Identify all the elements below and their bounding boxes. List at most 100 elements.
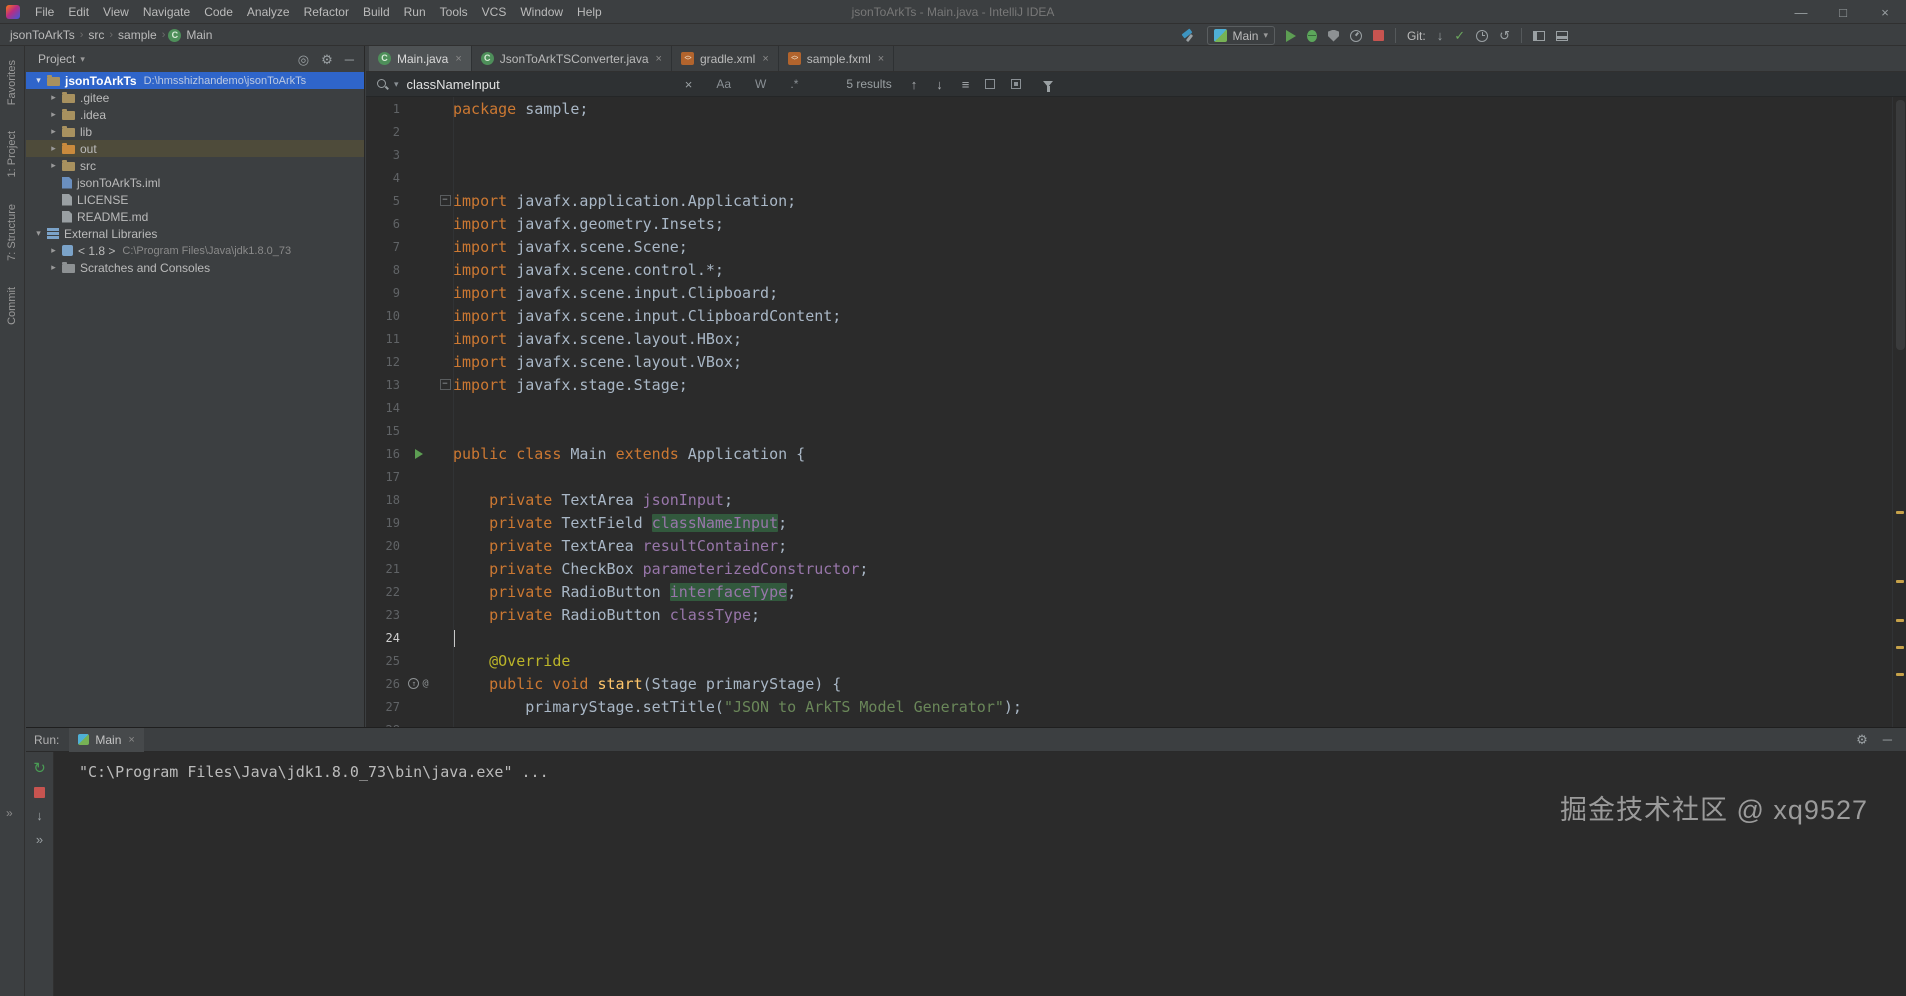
menu-item-analyze[interactable]: Analyze: [240, 5, 297, 19]
run-line-icon[interactable]: [415, 449, 423, 459]
gear-icon[interactable]: ⚙: [1856, 733, 1868, 746]
regex-toggle[interactable]: .*: [790, 77, 798, 91]
code-line[interactable]: 28: [366, 718, 1906, 727]
tree-item-out[interactable]: ▸out: [26, 140, 364, 157]
editor-tab-gradle-xml[interactable]: <>gradle.xml×: [672, 46, 779, 71]
search-result-mark[interactable]: [1896, 580, 1904, 583]
hide-icon[interactable]: ─: [1883, 733, 1892, 746]
code-line[interactable]: 1package sample;: [366, 97, 1906, 120]
tree-item--idea[interactable]: ▸.idea: [26, 106, 364, 123]
stop-run-icon[interactable]: [34, 787, 45, 798]
run-tab[interactable]: Main ×: [69, 728, 143, 752]
stop-icon[interactable]: [1373, 30, 1384, 41]
search-history-chevron-icon[interactable]: ▾: [394, 79, 399, 90]
code-line[interactable]: 11import javafx.scene.layout.HBox;: [366, 327, 1906, 350]
menu-item-help[interactable]: Help: [570, 5, 609, 19]
fold-marker-icon[interactable]: −: [440, 195, 451, 206]
menu-item-build[interactable]: Build: [356, 5, 397, 19]
code-line[interactable]: 25 @Override: [366, 649, 1906, 672]
clear-search-icon[interactable]: ×: [685, 77, 693, 92]
code-line[interactable]: 8import javafx.scene.control.*;: [366, 258, 1906, 281]
match-case-toggle[interactable]: Aa: [716, 77, 731, 91]
search-result-mark[interactable]: [1896, 619, 1904, 622]
fold-marker-icon[interactable]: −: [440, 379, 451, 390]
tool-strip-label--project[interactable]: 1: Project: [6, 131, 18, 177]
tool-strip-label-favorites[interactable]: Favorites: [6, 60, 18, 105]
close-tab-icon[interactable]: ×: [455, 53, 461, 65]
code-line[interactable]: 20 private TextArea resultContainer;: [366, 534, 1906, 557]
code-line[interactable]: 12import javafx.scene.layout.VBox;: [366, 350, 1906, 373]
tree-item-src[interactable]: ▸src: [26, 157, 364, 174]
code-line[interactable]: 4: [366, 166, 1906, 189]
code-line[interactable]: 6import javafx.geometry.Insets;: [366, 212, 1906, 235]
menu-item-edit[interactable]: Edit: [61, 5, 96, 19]
error-stripe[interactable]: [1892, 97, 1906, 727]
tree-item-external-libraries[interactable]: ▾External Libraries: [26, 225, 364, 242]
search-result-mark[interactable]: [1896, 673, 1904, 676]
expand-arrow-icon[interactable]: ▸: [47, 160, 60, 171]
menu-item-refactor[interactable]: Refactor: [297, 5, 356, 19]
tree-item--gitee[interactable]: ▸.gitee: [26, 89, 364, 106]
select-all-occurrences-icon[interactable]: ≡: [962, 77, 970, 92]
tree-item-lib[interactable]: ▸lib: [26, 123, 364, 140]
menu-item-vcs[interactable]: VCS: [475, 5, 514, 19]
expand-arrow-icon[interactable]: ▸: [47, 126, 60, 137]
tree-item-readme-md[interactable]: README.md: [26, 208, 364, 225]
close-button[interactable]: ×: [1864, 0, 1906, 24]
code-line[interactable]: 13−import javafx.stage.Stage;: [366, 373, 1906, 396]
minimize-button[interactable]: —: [1780, 0, 1822, 24]
code-line[interactable]: 22 private RadioButton interfaceType;: [366, 580, 1906, 603]
menu-item-file[interactable]: File: [28, 5, 61, 19]
git-rollback-icon[interactable]: ↺: [1499, 29, 1510, 42]
hide-icon[interactable]: ─: [345, 53, 354, 66]
code-line[interactable]: 19 private TextField classNameInput;: [366, 511, 1906, 534]
search-result-mark[interactable]: [1896, 646, 1904, 649]
code-line[interactable]: 16public class Main extends Application …: [366, 442, 1906, 465]
profiler-icon[interactable]: [1350, 30, 1362, 42]
previous-occurrence-icon[interactable]: ↑: [911, 77, 918, 92]
breadcrumb-item[interactable]: jsonToArkTs: [8, 28, 77, 42]
code-line[interactable]: 5−import javafx.application.Application;: [366, 189, 1906, 212]
run-configuration-selector[interactable]: Main▾: [1207, 26, 1275, 45]
code-line[interactable]: 9import javafx.scene.input.Clipboard;: [366, 281, 1906, 304]
code-line[interactable]: 24: [366, 626, 1906, 649]
next-occurrence-icon[interactable]: ↓: [936, 77, 943, 92]
expand-arrow-icon[interactable]: ▸: [47, 92, 60, 103]
chevron-down-icon[interactable]: ▾: [80, 54, 85, 65]
open-results-in-window-icon[interactable]: [985, 79, 995, 89]
menu-item-tools[interactable]: Tools: [433, 5, 475, 19]
search-result-mark[interactable]: [1896, 511, 1904, 514]
tree-root-row[interactable]: ▾jsonToArkTsD:\hmsshizhandemo\jsonToArkT…: [26, 72, 364, 89]
code-area[interactable]: 1package sample;2345−import javafx.appli…: [366, 97, 1906, 727]
toolwindow-switcher-icon[interactable]: »: [6, 806, 13, 820]
tree-item-scratches-and-consoles[interactable]: ▸Scratches and Consoles: [26, 259, 364, 276]
git-history-icon[interactable]: [1476, 30, 1488, 42]
editor-tab-sample-fxml[interactable]: <>sample.fxml×: [779, 46, 894, 71]
code-line[interactable]: 27 primaryStage.setTitle("JSON to ArkTS …: [366, 695, 1906, 718]
code-line[interactable]: 17: [366, 465, 1906, 488]
menu-item-navigate[interactable]: Navigate: [136, 5, 197, 19]
code-line[interactable]: 15: [366, 419, 1906, 442]
gear-icon[interactable]: ⚙: [321, 53, 333, 66]
code-line[interactable]: 21 private CheckBox parameterizedConstru…: [366, 557, 1906, 580]
coverage-icon[interactable]: [1328, 30, 1339, 42]
tool-strip-label--structure[interactable]: 7: Structure: [6, 204, 18, 261]
step-down-icon[interactable]: ↓: [36, 809, 43, 822]
run-icon[interactable]: [1286, 30, 1296, 42]
tree-item--1-8-[interactable]: ▸< 1.8 >C:\Program Files\Java\jdk1.8.0_7…: [26, 242, 364, 259]
code-line[interactable]: 10import javafx.scene.input.ClipboardCon…: [366, 304, 1906, 327]
git-update-icon[interactable]: ↓: [1437, 29, 1444, 42]
whole-words-toggle[interactable]: W: [755, 77, 766, 91]
git-commit-icon[interactable]: ✓: [1454, 29, 1465, 42]
expand-arrow-icon[interactable]: ▸: [47, 143, 60, 154]
filter-search-results-icon[interactable]: [1043, 81, 1053, 87]
code-line[interactable]: 2: [366, 120, 1906, 143]
code-line[interactable]: 14: [366, 396, 1906, 419]
code-line[interactable]: 7import javafx.scene.Scene;: [366, 235, 1906, 258]
rerun-icon[interactable]: ↻: [33, 761, 46, 776]
editor-tab-main-java[interactable]: CMain.java×: [369, 46, 472, 71]
tool-strip-label-commit[interactable]: Commit: [6, 287, 18, 325]
search-query-input[interactable]: classNameInput: [407, 77, 500, 92]
breadcrumb-item[interactable]: src: [86, 28, 106, 42]
close-tab-icon[interactable]: ×: [878, 53, 884, 65]
